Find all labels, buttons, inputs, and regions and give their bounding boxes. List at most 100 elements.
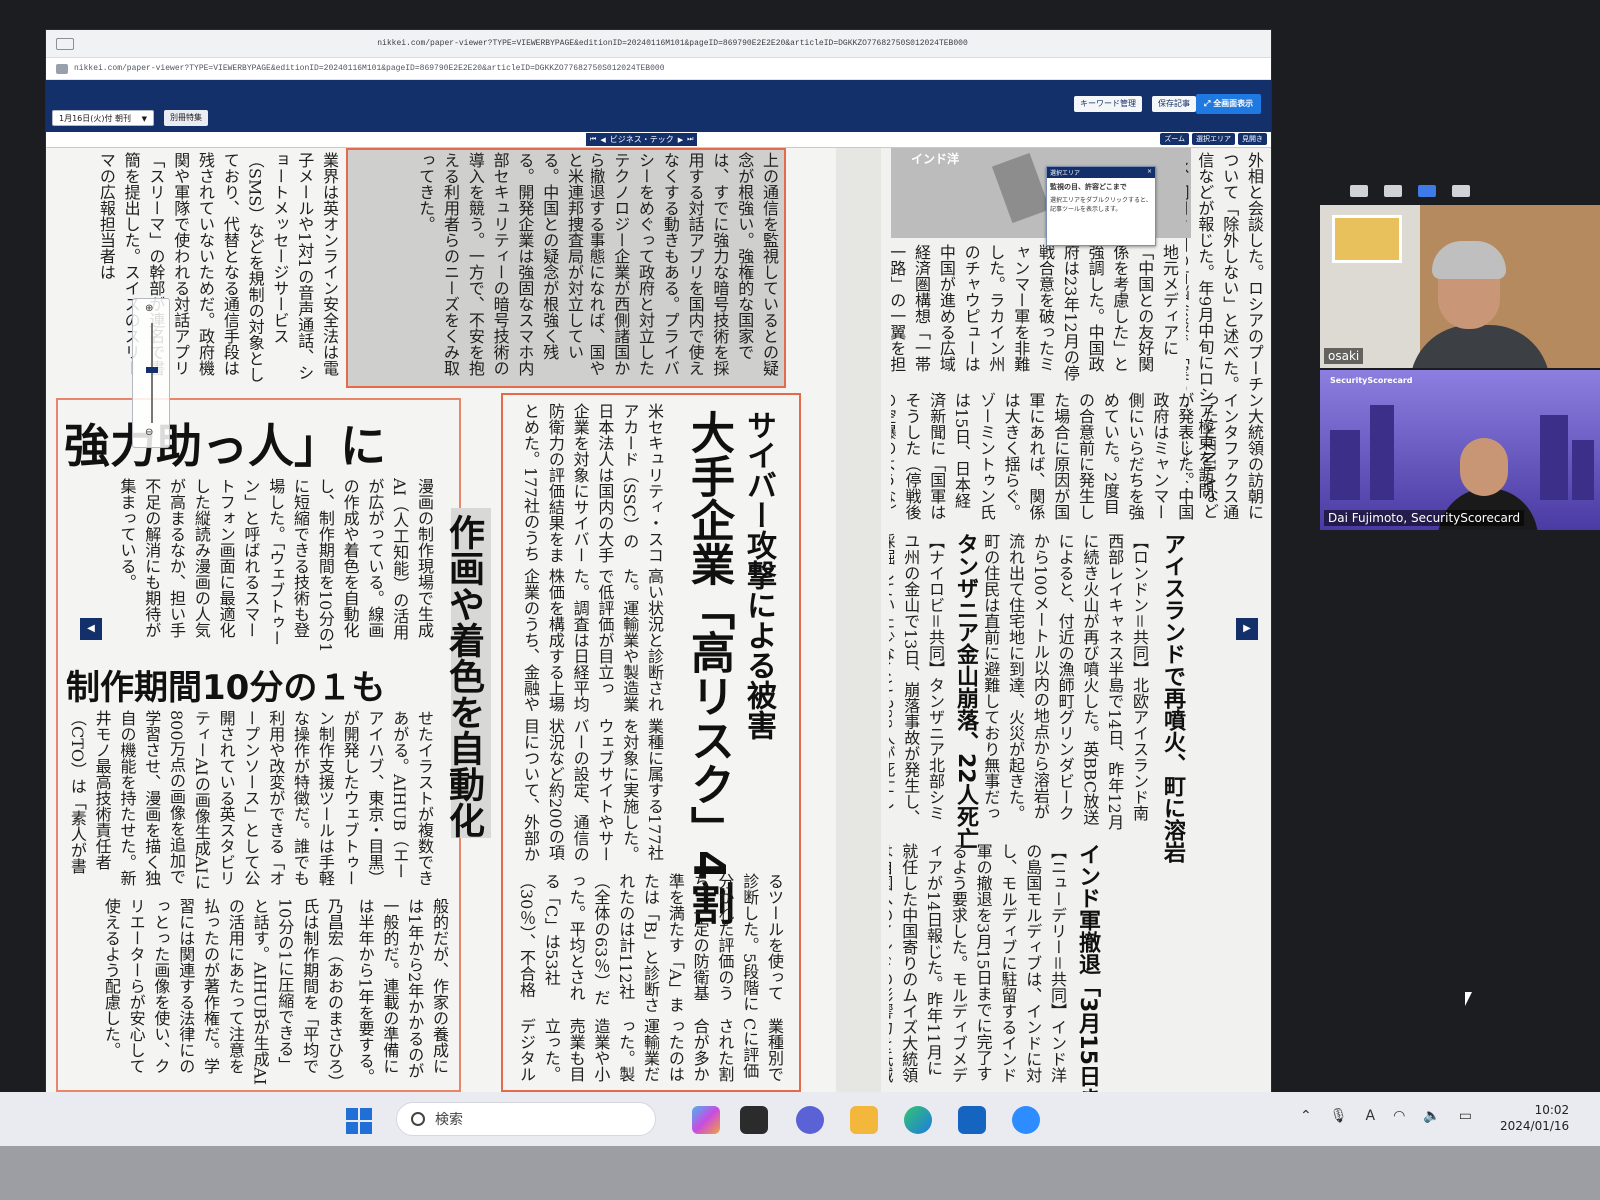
zoom-track[interactable] <box>151 323 153 423</box>
surveillance-text-3: 業界は英オンライン安全法は電子メールや1対1の音声通話、ショートメッセージサービ… <box>96 152 339 383</box>
manga-text-3: せたイラストが複数できあがる。AIHUB（エーアイハブ、東京・目黒）が開発したウ… <box>67 710 434 890</box>
edge-browser-icon[interactable] <box>904 1106 932 1134</box>
prev-page-arrow-icon[interactable]: ◀ <box>80 618 102 640</box>
windows-taskbar: 検索 ⌃ 🎙 A ◠ 🔈 ▭ 10:02 2024/01/16 <box>0 1092 1600 1146</box>
expand-icon: ⤢ <box>1204 99 1214 108</box>
select-area-tool-button[interactable]: 選択エリア <box>1192 133 1235 145</box>
chevron-up-icon[interactable]: ⌃ <box>1300 1108 1312 1124</box>
last-page-icon[interactable]: ⏭ <box>687 135 693 144</box>
taskbar-search[interactable]: 検索 <box>396 1102 656 1136</box>
window-title: nikkei.com/paper-viewer?TYPE=VIEWERBYPAG… <box>377 39 968 48</box>
zoom-tool-button[interactable]: ズーム <box>1160 133 1189 145</box>
browser-titlebar: nikkei.com/paper-viewer?TYPE=VIEWERBYPAG… <box>46 30 1271 58</box>
volume-icon[interactable]: 🔈 <box>1423 1108 1440 1124</box>
background-brand-logo: SecurityScorecard <box>1330 376 1413 385</box>
close-icon[interactable]: × <box>1147 168 1152 175</box>
newspaper-viewer[interactable]: と米連邦捜査局が対立している。中国との疑念が根強く残る。開発企業は強固なスマホ内… <box>46 148 1271 1092</box>
popup-header-label: 選択エリア <box>1050 170 1081 177</box>
cyber-headline-kicker: サイバー攻撃による被害 <box>741 410 776 740</box>
building <box>1370 405 1394 500</box>
speaker-view-icon[interactable] <box>1418 185 1436 197</box>
cyber-text-5: 業種別でCに評価された割合が多かったのは運輸業だった。製造業や小売業も目立った。… <box>517 1018 784 1082</box>
participant-face <box>1460 438 1508 496</box>
teams-chat-icon[interactable] <box>796 1106 824 1134</box>
wifi-icon[interactable]: ◠ <box>1393 1108 1405 1124</box>
tanzania-headline: タンザニア金山崩落、22人死亡 <box>953 533 978 850</box>
spread-view-button[interactable]: 見開き <box>1238 133 1267 145</box>
cyber-headline-main: 大手企業「高リスク」4割 <box>683 410 734 925</box>
popup-body: 選択エリアをダブルクリックすると、記事ツールを表示します。 <box>1050 197 1152 213</box>
cyber-text-1: 米セキュリティ・スコアカード（SSC）の日本法人は国内の大手企業を対象にサイバー… <box>521 403 664 563</box>
minimize-icon[interactable] <box>1350 185 1368 197</box>
fullscreen-button[interactable]: ⤢ 全画面表示 <box>1196 94 1262 114</box>
zoom-out-icon[interactable]: ⊖ <box>145 427 153 438</box>
surveillance-text-2: 上の通信を監視しているとの疑念が根強い。強権的な国家では、すでに強力な暗号技術を… <box>591 152 779 376</box>
next-page-icon[interactable]: ▶ <box>678 136 683 144</box>
india-text: 【ニューデリー＝共同】インド洋の島国モルディブは、インドに対し、モルディブに駐留… <box>889 843 1067 1084</box>
building <box>1540 415 1568 500</box>
battery-icon[interactable]: ▭ <box>1459 1108 1472 1124</box>
participant-tile-osaki[interactable]: osaki <box>1320 205 1600 368</box>
map-land-shape <box>991 152 1051 224</box>
participant-name: Dai Fujimoto, SecurityScorecard <box>1324 510 1525 526</box>
first-page-icon[interactable]: ⏮ <box>590 135 596 144</box>
cyber-text-2: 高い状況と診断された。運輸業や製造業で低評価が目立った。調査は日経平均株価を構成… <box>521 568 664 712</box>
manga-headline-side: 作画や着色を自動化 <box>443 508 491 838</box>
clock-time: 10:02 <box>1534 1103 1570 1117</box>
ime-icon[interactable]: A <box>1366 1108 1376 1124</box>
taskbar-clock[interactable]: 10:02 2024/01/16 <box>1500 1102 1569 1134</box>
popup-header: 選択エリア × <box>1047 167 1155 178</box>
newspaper-page-right[interactable]: インド洋 地元メディアに「中国との友好関係を考慮した」と強調した。中国政府は23… <box>881 148 1271 1092</box>
search-icon <box>411 1112 425 1126</box>
mouse-cursor-icon <box>1465 992 1472 1006</box>
search-placeholder: 検索 <box>435 1112 463 1128</box>
selection-area-popup[interactable]: 選択エリア × 監視の目、許容どこまで 選択エリアをダブルクリックすると、記事ツ… <box>1046 166 1156 246</box>
microphone-icon[interactable]: 🎙 <box>1330 1108 1348 1124</box>
manga-text-4: 乃昌宏（あおのまさひろ）氏は制作期間を「平均で10分の1に圧縮できる」と話す。A… <box>101 898 344 1085</box>
gallery-view-icon[interactable] <box>1452 185 1470 197</box>
address-url[interactable]: nikkei.com/paper-viewer?TYPE=VIEWERBYPAG… <box>74 64 665 73</box>
outlook-icon[interactable] <box>958 1106 986 1134</box>
zoom-app-icon[interactable] <box>1012 1106 1040 1134</box>
picture-frame <box>1332 215 1402 263</box>
surveillance-text-1: と米連邦捜査局が対立している。中国との疑念が根強く残る。開発企業は強固なスマホ内… <box>416 152 584 376</box>
address-bar[interactable]: nikkei.com/paper-viewer?TYPE=VIEWERBYPAG… <box>46 58 1271 80</box>
manga-headline-sub: 制作期間10分の１も <box>66 668 386 708</box>
iceland-headline: アイスランドで再噴火、町に溶岩 <box>1160 533 1185 863</box>
building <box>1572 440 1594 500</box>
map-label: インド洋 <box>911 152 960 166</box>
tab-icon[interactable] <box>56 37 74 50</box>
separate-edition-button[interactable]: 別冊特集 <box>164 110 208 126</box>
popup-title: 監視の目、許容どこまで <box>1050 183 1127 191</box>
chevron-down-icon: ▼ <box>141 115 147 123</box>
task-view-icon[interactable] <box>740 1106 768 1134</box>
site-info-icon[interactable] <box>56 63 68 74</box>
section-bar: ⏮ ◀ ビジネス・テック ▶ ⏭ ズーム 選択エリア 見開き <box>46 132 1271 148</box>
zoom-slider[interactable]: ⊕ ⊖ <box>132 298 170 448</box>
zoom-view-controls <box>1350 185 1470 197</box>
saved-articles-button[interactable]: 保存記事 <box>1152 96 1196 112</box>
windows-start-icon[interactable] <box>346 1108 372 1134</box>
section-name: ビジネス・テック <box>609 135 674 144</box>
cyber-text-4: るツールを使って診断した。5段階に分かれた評価のうち、一定の防衛基準を満たす「A… <box>517 873 784 1013</box>
browser-window: nikkei.com/paper-viewer?TYPE=VIEWERBYPAG… <box>46 30 1271 1092</box>
keyword-manage-button[interactable]: キーワード管理 <box>1074 96 1142 112</box>
prev-page-icon[interactable]: ◀ <box>600 136 605 144</box>
system-tray: ⌃ 🎙 A ◠ 🔈 ▭ <box>1300 1108 1472 1124</box>
viewer-toolbar: 1月16日(火)付 朝刊 ▼ 別冊特集 キーワード管理 保存記事 ⤢ 全画面表示 <box>46 80 1271 132</box>
copilot-icon[interactable] <box>692 1106 720 1134</box>
participant-tile-fujimoto[interactable]: SecurityScorecard Dai Fujimoto, Security… <box>1320 370 1600 530</box>
participant-hair <box>1432 241 1506 279</box>
india-headline: インド軍撤退「3月15日まで」 <box>1075 843 1100 1092</box>
newspaper-page-left[interactable]: と米連邦捜査局が対立している。中国との疑念が根強く残る。開発企業は強固なスマホ内… <box>46 148 836 1092</box>
right-col-text-1: 地元メディアに「中国との友好関係を考慮した」と強調した。中国政府は23年12月の… <box>891 244 1179 381</box>
manga-headline-top: 強力助っ人」に <box>64 419 386 473</box>
zoom-handle[interactable] <box>146 367 158 373</box>
window-icon[interactable] <box>1384 185 1402 197</box>
next-page-arrow-icon[interactable]: ▶ <box>1236 618 1258 640</box>
view-tools: ズーム 選択エリア 見開き <box>1160 133 1267 145</box>
iceland-text: 【ロンドン＝共同】北欧アイスランド南西部レイキャネス半島で14日、昨年12月に続… <box>981 533 1149 830</box>
edition-date-select[interactable]: 1月16日(火)付 朝刊 ▼ <box>52 110 154 126</box>
zoom-in-icon[interactable]: ⊕ <box>145 303 153 314</box>
file-explorer-icon[interactable] <box>850 1106 878 1134</box>
